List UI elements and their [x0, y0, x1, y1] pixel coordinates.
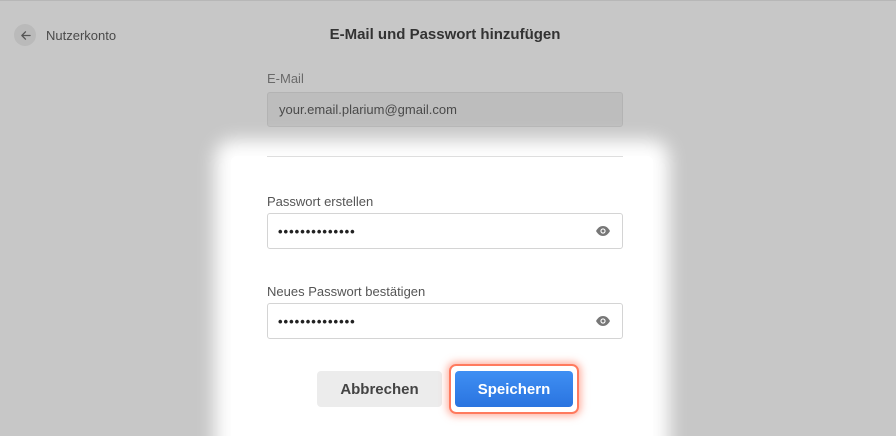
confirm-password-label: Neues Passwort bestätigen	[267, 284, 426, 299]
email-field: your.email.plarium@gmail.com	[267, 92, 623, 127]
add-email-password-page: Nutzerkonto E-Mail und Passwort hinzufüg…	[0, 0, 896, 436]
cancel-button[interactable]: Abbrechen	[317, 371, 442, 407]
top-divider	[0, 0, 896, 1]
email-value: your.email.plarium@gmail.com	[279, 102, 457, 117]
password-label: Passwort erstellen	[267, 194, 374, 209]
page-title: E-Mail und Passwort hinzufügen	[329, 26, 561, 43]
eye-icon[interactable]	[594, 222, 612, 240]
eye-icon[interactable]	[594, 312, 612, 330]
section-divider	[267, 156, 623, 157]
password-value: ••••••••••••••	[278, 223, 356, 239]
confirm-password-input[interactable]: ••••••••••••••	[267, 303, 623, 339]
password-input[interactable]: ••••••••••••••	[267, 213, 623, 249]
save-button[interactable]: Speichern	[455, 371, 573, 407]
email-label: E-Mail	[267, 71, 304, 86]
confirm-password-value: ••••••••••••••	[278, 313, 356, 329]
